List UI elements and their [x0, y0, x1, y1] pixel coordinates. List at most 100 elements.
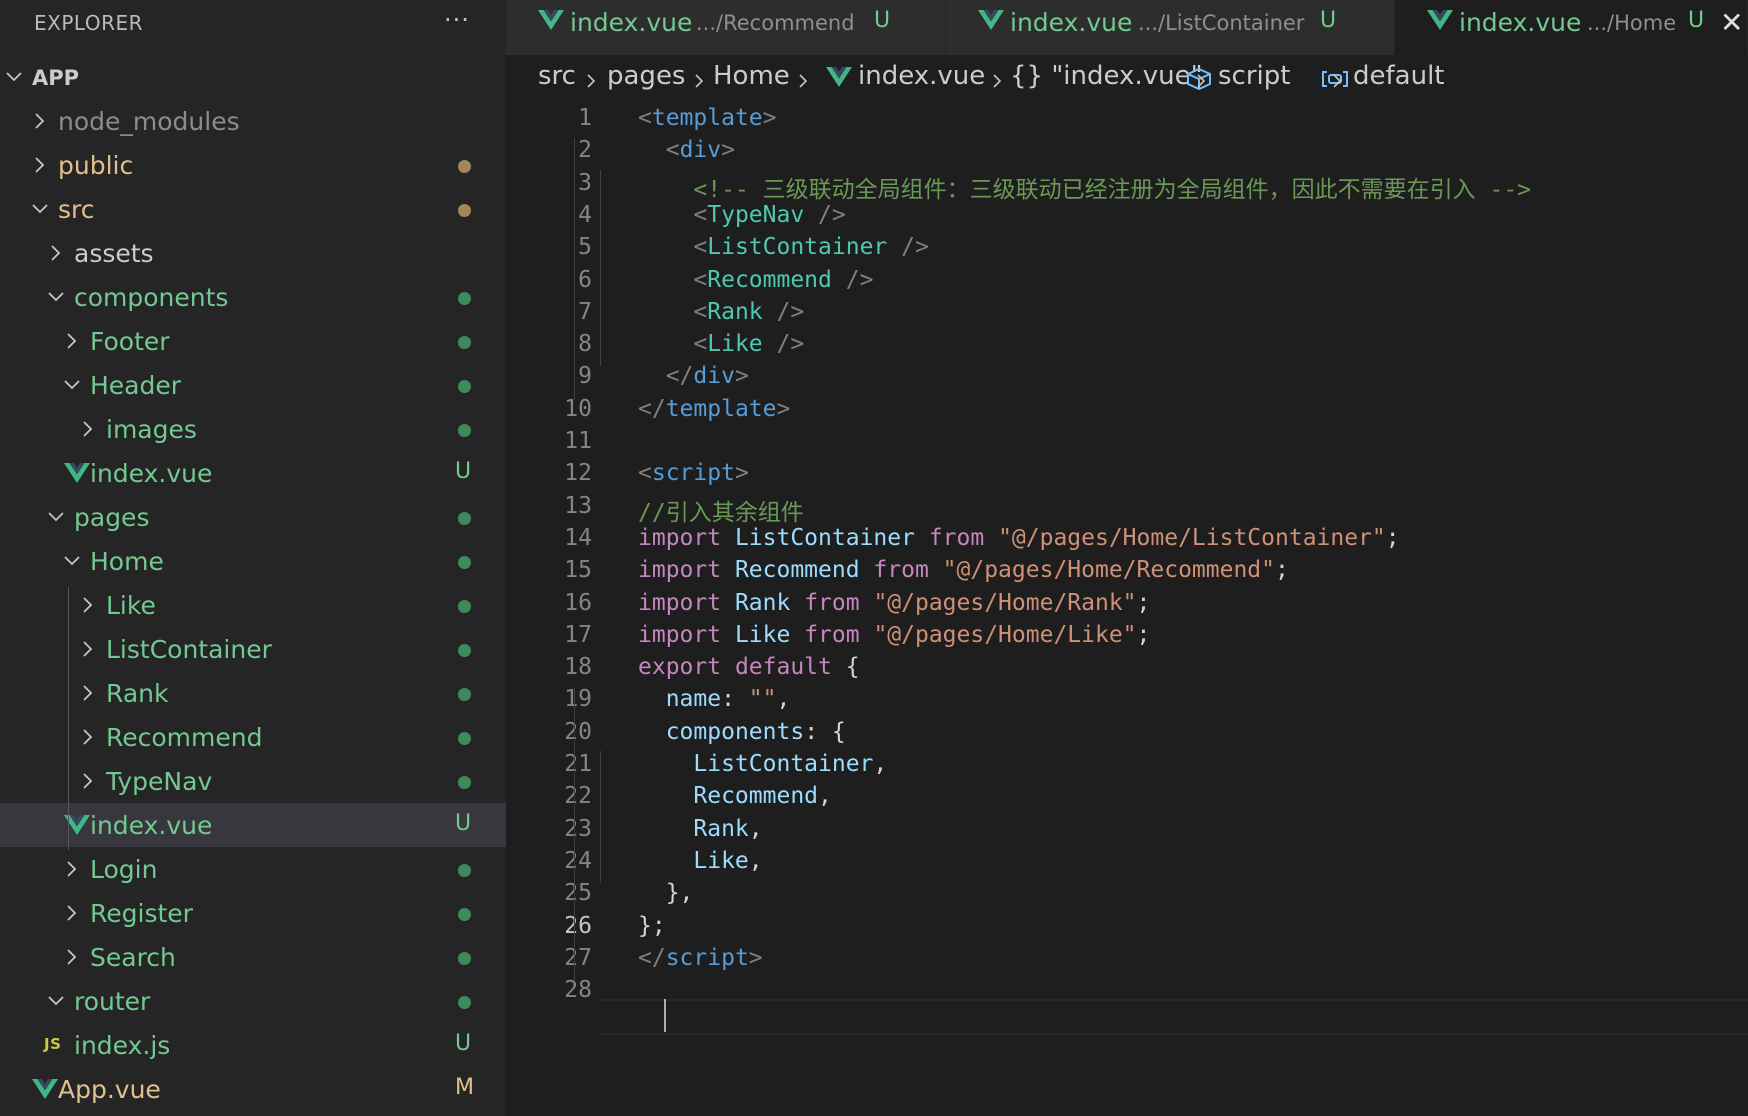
tree-folder[interactable]: TypeNav [0, 759, 506, 803]
git-status-badge: U [455, 459, 472, 484]
chevron-right-icon[interactable] [78, 419, 98, 439]
tree-folder[interactable]: Search [0, 935, 506, 979]
tree-folder[interactable]: Home [0, 539, 506, 583]
code-token: ListContainer [734, 524, 929, 551]
tree-folder[interactable]: node_modules [0, 99, 506, 143]
chevron-right-icon[interactable] [78, 727, 98, 747]
explorer-title: EXPLORER [34, 11, 143, 35]
tree-folder[interactable]: Like [0, 583, 506, 627]
chevron-down-icon[interactable] [46, 287, 66, 307]
tree-file[interactable]: index.vue U [0, 451, 506, 495]
chevron-right-icon[interactable] [62, 859, 82, 879]
code-token: "@/pages/Home/Like" [873, 621, 1137, 648]
ellipsis-icon[interactable]: ··· [444, 6, 470, 34]
line-number: 8 [578, 331, 592, 358]
tree-folder[interactable]: assets [0, 231, 506, 275]
code-token: < [638, 460, 652, 487]
chevron-down-icon[interactable] [4, 67, 24, 87]
code-editor[interactable]: 1 <template> 2 <div> 3 <!-- 三级联动全局组件：三级联动已经… [506, 103, 1748, 1116]
tree-folder[interactable]: Login [0, 847, 506, 891]
code-token: > [776, 395, 791, 422]
breadcrumb-item[interactable]: src [538, 61, 576, 91]
breadcrumb-item[interactable]: Home [713, 61, 790, 91]
tree-folder[interactable]: Recommend [0, 715, 506, 759]
code-token: , [748, 847, 763, 874]
editor-tab[interactable]: index.vue .../ListContainer U [946, 0, 1395, 55]
git-status-dot [458, 380, 471, 393]
code-token: : { [804, 718, 846, 745]
tree-folder[interactable]: ListContainer [0, 627, 506, 671]
line-number: 20 [564, 718, 592, 745]
line-number: 24 [564, 847, 592, 874]
chevron-right-icon[interactable] [46, 243, 66, 263]
tree-file[interactable]: JS index.js U [0, 1023, 506, 1067]
chevron-right-icon[interactable] [78, 683, 98, 703]
tree-item-label: Register [90, 899, 193, 928]
chevron-down-icon[interactable] [62, 551, 82, 571]
tree-folder[interactable]: pages [0, 495, 506, 539]
tree-folder[interactable]: components [0, 275, 506, 319]
code-token: name [665, 686, 722, 713]
code-token: import [638, 589, 735, 616]
line-number: 23 [564, 815, 592, 842]
tree-folder[interactable]: Header [0, 363, 506, 407]
line-number: 25 [564, 880, 592, 907]
code-token: ListContainer [693, 751, 874, 777]
breadcrumb-item[interactable]: {} "index.vue" [1010, 61, 1203, 91]
code-line: Like, [638, 847, 763, 874]
code-token: ; [1385, 524, 1400, 551]
chevron-right-icon[interactable] [62, 331, 82, 351]
line-number: 3 [578, 169, 592, 196]
tree-file[interactable]: index.vue U [0, 803, 506, 847]
vue-icon [826, 67, 852, 91]
git-status-dot [458, 776, 471, 789]
chevron-right-icon[interactable] [62, 947, 82, 967]
line-number: 1 [578, 105, 592, 131]
tree-folder[interactable]: public [0, 143, 506, 187]
code-token: div [693, 363, 735, 390]
tree-item-label: Rank [106, 679, 169, 708]
breadcrumb-item[interactable]: default [1353, 61, 1444, 91]
tree-root[interactable]: APP [0, 55, 506, 99]
tab-path: .../Recommend [696, 11, 855, 35]
code-token: ; [1136, 621, 1151, 648]
tree-item-label: Home [90, 547, 164, 576]
tree-folder[interactable]: images [0, 407, 506, 451]
chevron-down-icon[interactable] [46, 507, 66, 527]
indent-guide [574, 138, 575, 400]
chevron-right-icon[interactable] [78, 595, 98, 615]
code-token: > [762, 105, 777, 131]
editor-tab[interactable]: index.vue .../Home U ✕ [1395, 0, 1748, 55]
tree-folder[interactable]: Footer [0, 319, 506, 363]
code-line: export default { [638, 654, 860, 680]
chevron-right-icon[interactable] [78, 771, 98, 791]
breadcrumb-item[interactable]: pages [607, 61, 685, 91]
tree-folder[interactable]: src [0, 187, 506, 231]
chevron-right-icon[interactable] [62, 903, 82, 923]
chevron-right-icon[interactable] [78, 639, 98, 659]
line-number: 9 [578, 363, 592, 390]
editor-tab[interactable]: index.vue .../Recommend U [506, 0, 946, 55]
tree-folder[interactable]: router [0, 979, 506, 1023]
tree-folder[interactable]: Rank [0, 671, 506, 715]
chevron-down-icon[interactable] [30, 199, 50, 219]
line-number: 5 [578, 234, 592, 261]
code-token: Recommend [734, 557, 874, 584]
close-icon[interactable]: ✕ [1720, 6, 1743, 39]
code-token: template [665, 395, 777, 422]
breadcrumb-item[interactable]: script [1218, 61, 1290, 91]
breadcrumb-item[interactable]: index.vue [858, 61, 985, 91]
code-line: </div> [638, 363, 749, 389]
tree-folder[interactable]: Register [0, 891, 506, 935]
tree-file[interactable]: App.vue M [0, 1067, 506, 1111]
code-token: > [748, 944, 763, 971]
chevron-right-icon[interactable] [30, 155, 50, 175]
chevron-down-icon[interactable] [62, 375, 82, 395]
explorer-sidebar: EXPLORER ··· APP node_modules public src ass… [0, 0, 506, 1116]
chevron-right-icon[interactable] [30, 111, 50, 131]
chevron-down-icon[interactable] [46, 991, 66, 1011]
